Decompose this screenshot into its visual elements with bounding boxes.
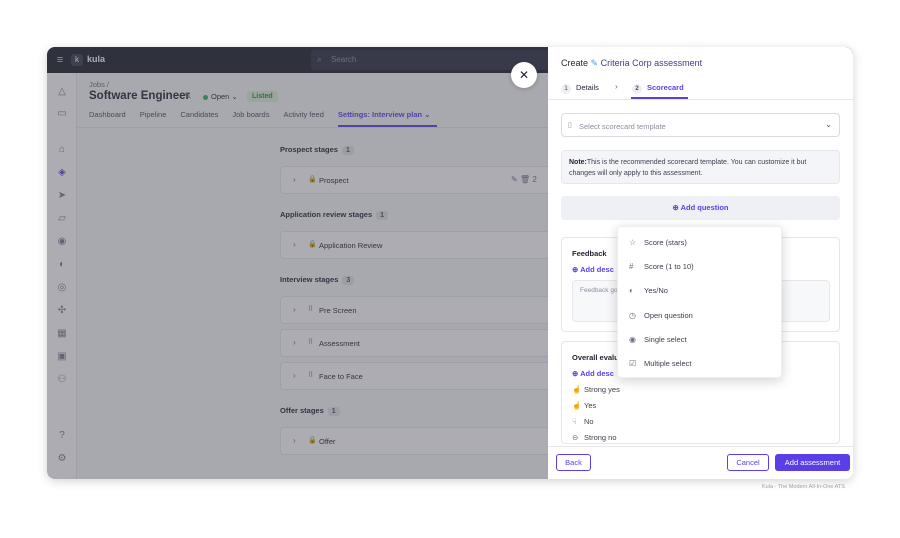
- radio-icon: ◉: [629, 335, 636, 344]
- evaluation-option[interactable]: ☝ Strong yes: [572, 385, 620, 394]
- drawer-title-prefix: Create: [561, 58, 589, 68]
- chevron-down-icon: ⌄: [825, 120, 832, 129]
- evaluation-option[interactable]: ☝ Yes: [572, 401, 596, 410]
- drawer-footer: Back Cancel Add assessment: [548, 446, 853, 479]
- step-scorecard[interactable]: 2 Scorecard: [632, 83, 684, 94]
- menu-item-open-question[interactable]: ◷ Open question: [629, 311, 693, 320]
- question-type-menu: ☆ Score (stars) # Score (1 to 10) ◐ Yes/No …: [617, 226, 782, 378]
- menu-item-multiple-select[interactable]: ☑ Multiple select: [629, 359, 692, 368]
- step-label: Scorecard: [647, 83, 684, 92]
- add-description-label: Add desc: [580, 369, 614, 378]
- menu-item-label: Multiple select: [644, 359, 692, 368]
- add-question-button[interactable]: ⊕ Add question: [561, 196, 840, 220]
- drawer-title-name: Criteria Corp assessment: [600, 58, 703, 68]
- option-label: Strong no: [584, 433, 617, 442]
- step-label: Details: [576, 83, 599, 92]
- thumbs-down-icon: ☟: [572, 417, 577, 426]
- menu-item-label: Single select: [644, 335, 687, 344]
- menu-item-label: Open question: [644, 311, 693, 320]
- option-label: No: [584, 417, 594, 426]
- overall-title: Overall evalu: [572, 353, 619, 362]
- feedback-placeholder: Feedback go: [580, 287, 618, 294]
- drawer-divider: [548, 99, 853, 100]
- scorecard-note: Note:This is the recommended scorecard t…: [561, 150, 840, 184]
- evaluation-option[interactable]: ☟ No: [572, 417, 594, 426]
- hash-icon: #: [629, 262, 634, 271]
- chevron-right-icon: ›: [615, 82, 618, 91]
- menu-item-label: Score (1 to 10): [644, 262, 694, 271]
- add-assessment-button[interactable]: Add assessment: [775, 454, 850, 471]
- step-number: 2: [632, 84, 642, 94]
- half-circle-icon: ◐: [629, 286, 634, 295]
- evaluation-option[interactable]: ⊖ Strong no: [572, 433, 617, 442]
- step-details[interactable]: 1 Details: [561, 83, 599, 94]
- note-label: Note:: [569, 159, 587, 166]
- note-text: This is the recommended scorecard templa…: [569, 159, 807, 177]
- menu-item-score-1-to-10[interactable]: # Score (1 to 10): [629, 262, 694, 271]
- template-placeholder: Select scorecard template: [579, 122, 666, 131]
- checkbox-icon: ☑: [629, 359, 637, 368]
- template-icon: ▯: [568, 122, 572, 129]
- thumbs-up-icon: ☝: [572, 401, 582, 410]
- plus-circle-icon: ⊕: [572, 265, 579, 274]
- feedback-title: Feedback: [572, 249, 607, 258]
- star-icon: ☆: [629, 238, 637, 247]
- assessment-icon: ✎: [590, 58, 599, 68]
- scorecard-template-select[interactable]: ▯ Select scorecard template ⌄: [561, 113, 840, 137]
- menu-item-label: Score (stars): [644, 238, 687, 247]
- add-question-label: Add question: [680, 203, 729, 212]
- plus-circle-icon: ⊕: [572, 369, 579, 378]
- menu-item-score-stars[interactable]: ☆ Score (stars): [629, 238, 687, 247]
- drawer-title: Create ✎ Criteria Corp assessment: [561, 58, 702, 69]
- add-description-button[interactable]: ⊕ Add desc: [572, 265, 614, 274]
- option-label: Strong yes: [584, 385, 620, 394]
- add-description-label: Add desc: [580, 265, 614, 274]
- close-icon: ✕: [518, 68, 530, 82]
- back-button[interactable]: Back: [556, 454, 591, 471]
- clock-icon: ◷: [629, 311, 636, 320]
- option-label: Yes: [584, 401, 597, 410]
- add-description-button[interactable]: ⊕ Add desc: [572, 369, 614, 378]
- minus-circle-icon: ⊖: [572, 433, 579, 442]
- double-thumbs-up-icon: ☝: [572, 385, 582, 394]
- menu-item-label: Yes/No: [644, 286, 668, 295]
- close-drawer-button[interactable]: ✕: [511, 62, 537, 88]
- plus-circle-icon: ⊕: [672, 203, 679, 212]
- caption: Kula - The Modern All-In-One ATS: [762, 484, 845, 490]
- menu-item-single-select[interactable]: ◉ Single select: [629, 335, 687, 344]
- menu-item-yes-no[interactable]: ◐ Yes/No: [629, 286, 668, 295]
- step-number: 1: [561, 84, 571, 94]
- cancel-button[interactable]: Cancel: [727, 454, 769, 471]
